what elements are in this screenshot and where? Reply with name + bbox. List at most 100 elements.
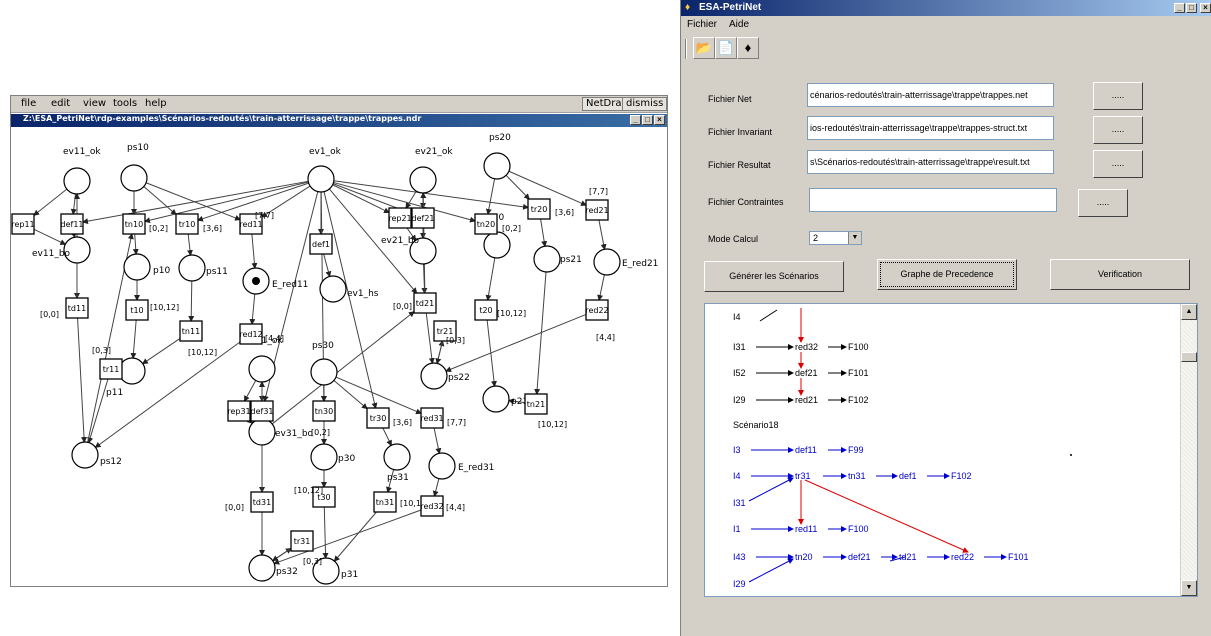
place-p30[interactable]: p30 [310,443,355,471]
menu-edit[interactable]: edit [51,98,70,109]
save-icon[interactable]: 📄 [715,37,737,59]
place-circle[interactable] [483,231,511,259]
scenario-output-panel[interactable]: I4 I31 red32 F100 I52 def21 F101 I29 red21 F102 Sc… [704,303,1198,597]
transition-tr11[interactable]: tr11 [0,3] [92,346,123,380]
place-circle[interactable] [310,358,338,386]
place-circle[interactable] [178,254,206,282]
browse-contraintes-button[interactable]: ..... [1078,189,1128,217]
place-e-red11[interactable]: E_red11 [242,267,308,295]
transition-tr10[interactable]: tr10 [3,6] [175,213,222,235]
transition-tn11[interactable]: tn11 [10,12] [179,320,217,357]
transition-tn30[interactable]: tn30 [0,2] [311,400,336,437]
place-circle[interactable] [482,385,510,413]
place-circle[interactable] [63,167,91,195]
place-circle[interactable] [310,443,338,471]
transition-td21[interactable]: td21 [0,0] [393,292,437,314]
transition-red32[interactable]: red32 [4,4] [420,495,465,517]
transition-td31[interactable]: td31 [0,0] [225,491,274,513]
scrollbar-thumb[interactable] [1181,352,1197,362]
place-circle[interactable] [118,357,146,385]
browse-net-button[interactable]: ..... [1093,82,1143,110]
place-ev31-bo[interactable]: ev31_bo [248,418,314,446]
place-circle[interactable] [428,452,456,480]
transition-def21[interactable]: def21 [411,207,435,229]
dismiss-button[interactable]: dismiss [622,97,668,111]
run-icon[interactable]: ♦ [737,37,759,59]
transition-t20[interactable]: t20 [10,12] [474,299,526,321]
place-circle[interactable] [593,248,621,276]
maximize-icon[interactable]: □ [1186,3,1197,13]
chevron-down-icon[interactable]: ▼ [848,232,861,244]
transition-rep31[interactable]: rep31 [227,400,251,422]
transition-tn21[interactable]: tn21 [10,12] [524,393,567,429]
place-circle[interactable] [383,443,411,471]
transition-red21[interactable]: red21 [7,7] [585,187,609,221]
transition-rep11[interactable]: rep11 [11,213,35,235]
transition-def31[interactable]: def31 [250,400,274,422]
place-circle[interactable] [319,275,347,303]
fichier-contraintes-field[interactable] [809,188,1057,212]
minimize-icon[interactable]: _ [630,115,641,125]
transition-tr20[interactable]: tr20 [3,6] [527,198,574,220]
place-circle[interactable] [248,554,276,582]
transition-t10[interactable]: t10 [10,12] [125,299,179,321]
close-icon[interactable]: × [654,115,665,125]
scroll-up-icon[interactable]: ▲ [1181,304,1197,320]
close-icon[interactable]: × [1200,3,1211,13]
transition-red22[interactable]: red22 [4,4] [585,299,615,342]
fichier-invariant-field[interactable]: ios-redoutés\train-atterrissage\trappe\t… [807,116,1054,140]
place-ps22[interactable]: ps22 [420,362,470,390]
place-circle[interactable] [71,441,99,469]
transition-red12[interactable]: red12 [4,4] [239,323,284,345]
transition-t30[interactable]: t30[10,12] [294,486,336,508]
transition-def1[interactable]: def1 [309,233,333,255]
generer-scenarios-button[interactable]: Générer les Scénarios [704,261,844,292]
place-ps20[interactable]: ps20 [483,133,511,180]
place-p10[interactable]: p10 [123,253,170,281]
place-ev11-bo[interactable]: ev11_bo [32,236,91,264]
place-ps11[interactable]: ps11 [178,254,228,282]
transition-red11[interactable]: red11[7,7] [239,211,274,235]
place-circle[interactable] [307,165,335,193]
menu-view[interactable]: view [83,98,106,109]
transition-td11[interactable]: td11 [0,0] [40,297,89,319]
transition-tr21[interactable]: tr21[0,3] [433,320,465,345]
place-circle[interactable] [120,164,148,192]
menu-fichier[interactable]: Fichier [687,19,717,30]
place-p21[interactable]: p21 [482,385,528,413]
place-ps10[interactable]: ps10 [120,143,149,192]
fichier-net-field[interactable]: cénarios-redoutés\train-atterrissage\tra… [807,83,1054,107]
mode-calcul-select[interactable]: 2 ▼ [809,231,862,245]
maximize-icon[interactable]: □ [642,115,653,125]
place-circle[interactable] [248,418,276,446]
menu-aide[interactable]: Aide [729,19,749,30]
open-folder-icon[interactable]: 📂 [693,37,715,59]
place-ev1-hs[interactable]: ev1_hs [319,275,379,303]
transition-tr30[interactable]: tr30 [3,6] [366,407,412,429]
menu-tools[interactable]: tools [113,98,137,109]
place-circle[interactable] [409,166,437,194]
place-e-red21[interactable]: E_red21 [593,248,658,276]
petri-net-canvas[interactable]: ev11_ok ps10 ev1_ok ev21_ok ps20 ev11_bo p10 ps… [11,128,667,586]
menu-file[interactable]: file [21,98,36,109]
place-circle[interactable] [420,362,448,390]
transition-tr31[interactable]: tr31 [0,3] [290,530,322,566]
browse-resultat-button[interactable]: ..... [1093,150,1143,178]
verification-button[interactable]: Verification [1050,259,1190,290]
place-ps32[interactable]: ps32 [248,554,298,582]
place-ev11-ok[interactable]: ev11_ok [63,147,101,195]
place-circle[interactable] [248,355,276,383]
place-ev21-ok[interactable]: ev21_ok [409,147,453,194]
fichier-resultat-field[interactable]: s\Scénarios-redoutés\train-atterrissage\… [807,150,1054,174]
graphe-precedence-button[interactable]: Graphe de Precedence [877,259,1017,290]
transition-rep21[interactable]: rep21 [388,207,412,229]
place-circle[interactable] [533,245,561,273]
transition-red31[interactable]: red31 [7,7] [420,407,466,429]
minimize-icon[interactable]: _ [1174,3,1185,13]
place-circle[interactable] [123,253,151,281]
browse-invariant-button[interactable]: ..... [1093,116,1143,144]
transition-def11[interactable]: def11 [60,213,84,235]
scroll-down-icon[interactable]: ▼ [1181,580,1197,596]
vertical-scrollbar[interactable]: ▲ ▼ [1180,304,1197,596]
menu-help[interactable]: help [145,98,167,109]
